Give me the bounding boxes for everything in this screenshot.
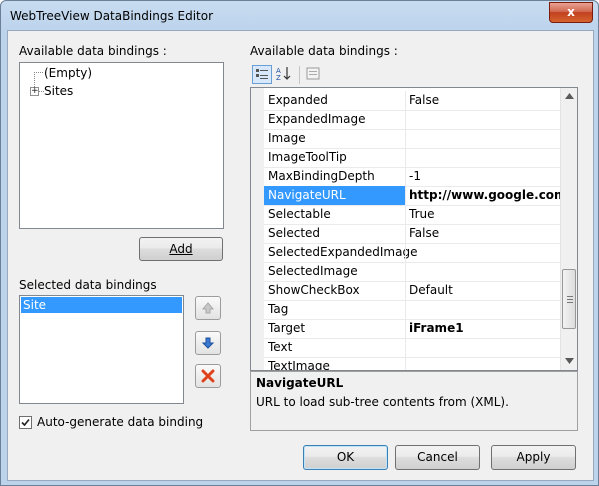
window-title: WebTreeView DataBindings Editor	[10, 9, 214, 23]
title-bar[interactable]: WebTreeView DataBindings Editor x	[1, 1, 598, 31]
checkmark-icon	[21, 418, 30, 427]
property-pages-button[interactable]	[304, 65, 324, 84]
arrow-down-icon	[201, 337, 215, 349]
list-item-site[interactable]: Site	[21, 297, 182, 313]
auto-generate-checkbox[interactable]	[19, 416, 32, 429]
selected-bindings-list[interactable]: Site	[19, 295, 184, 404]
property-grid[interactable]: Expanded False ExpandedImage Image Image…	[250, 87, 578, 371]
dialog-client-area: Available data bindings : (Empty) + Site…	[7, 30, 594, 481]
property-row[interactable]: Selectable True	[264, 205, 560, 225]
property-row[interactable]: ImageToolTip	[264, 148, 560, 168]
toolbar-separator	[299, 66, 300, 84]
scroll-up-icon[interactable]	[565, 93, 574, 99]
arrow-up-icon	[201, 302, 215, 314]
auto-generate-label[interactable]: Auto-generate data binding	[37, 415, 203, 429]
close-button[interactable]: x	[549, 2, 593, 23]
alphabetical-button[interactable]: A Z	[275, 65, 295, 84]
property-row[interactable]: Tag	[264, 300, 560, 320]
property-row[interactable]: ShowCheckBox Default	[264, 281, 560, 301]
property-row[interactable]: Expanded False	[264, 91, 560, 111]
properties-label: Available data bindings :	[250, 44, 398, 58]
property-row-selected[interactable]: NavigateURL http://www.google.com	[264, 186, 567, 206]
description-title: NavigateURL	[256, 376, 344, 390]
cancel-button[interactable]: Cancel	[395, 445, 480, 470]
sort-az-icon: A Z	[276, 67, 291, 82]
property-row[interactable]: ExpandedImage	[264, 110, 560, 130]
property-row[interactable]: Text	[264, 338, 560, 358]
add-button[interactable]: Add	[139, 237, 223, 261]
dialog-window: WebTreeView DataBindings Editor x Availa…	[0, 0, 599, 486]
tree-connector	[34, 72, 43, 73]
delete-x-icon	[201, 369, 215, 383]
close-icon: x	[567, 5, 575, 19]
remove-button[interactable]	[195, 364, 221, 388]
tree-node-empty[interactable]: (Empty)	[44, 66, 92, 80]
expand-icon[interactable]: +	[30, 87, 39, 96]
property-row[interactable]: SelectedImage	[264, 262, 560, 282]
selected-bindings-label: Selected data bindings	[19, 278, 157, 292]
apply-button[interactable]: Apply	[491, 445, 576, 470]
scroll-down-icon[interactable]	[565, 358, 574, 364]
property-description-panel: NavigateURL URL to load sub-tree content…	[250, 371, 578, 431]
grid-gutter	[251, 88, 264, 370]
scroll-thumb[interactable]	[562, 269, 576, 329]
available-bindings-tree[interactable]: (Empty) + Sites	[19, 62, 224, 229]
property-row[interactable]: MaxBindingDepth -1	[264, 167, 560, 187]
ok-button[interactable]: OK	[303, 445, 388, 470]
categorized-icon	[256, 69, 268, 79]
property-row[interactable]: Target iFrame1	[264, 319, 560, 339]
vertical-scrollbar[interactable]	[560, 88, 577, 370]
available-bindings-label: Available data bindings :	[19, 44, 167, 58]
move-down-button[interactable]	[195, 331, 221, 355]
svg-text:Z: Z	[276, 74, 281, 82]
tree-node-sites[interactable]: Sites	[44, 84, 73, 98]
description-text: URL to load sub-tree contents from (XML)…	[256, 395, 509, 409]
property-row[interactable]: Image	[264, 129, 560, 149]
property-row[interactable]: Selected False	[264, 224, 560, 244]
property-row[interactable]: SelectedExpandedImage	[264, 243, 560, 263]
move-up-button[interactable]	[195, 296, 221, 320]
property-pages-icon	[306, 67, 320, 80]
categorized-button[interactable]	[252, 65, 272, 84]
property-row[interactable]: TextImage	[264, 357, 560, 370]
